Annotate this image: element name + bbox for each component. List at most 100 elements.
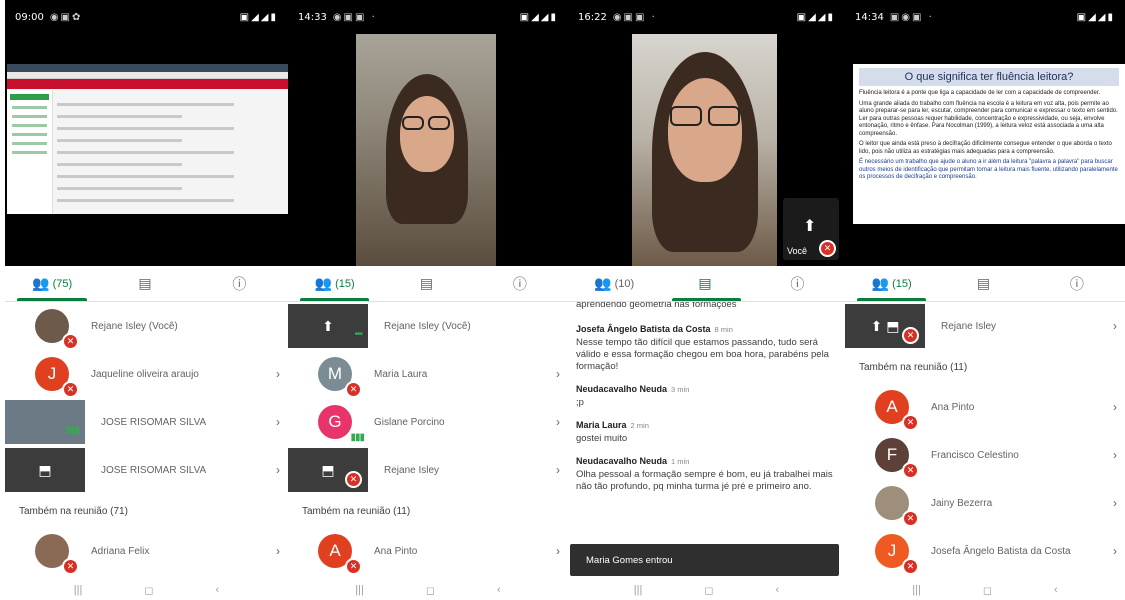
list-item[interactable]: ⬒ ✕ Rejane Isley › [288, 446, 568, 494]
tab-chat[interactable]: ▤ [99, 266, 193, 301]
chevron-right-icon[interactable]: › [276, 415, 280, 429]
pin-icon: ⬆ [322, 317, 334, 334]
chevron-right-icon[interactable]: › [276, 367, 280, 381]
participant-name: Rejane Isley [384, 464, 440, 476]
list-item[interactable]: A ✕ Ana Pinto › [845, 383, 1125, 431]
chat-sender: Neudacavalho Neuda [576, 456, 668, 466]
list-item[interactable]: ✕ Jainy Bezerra › [845, 479, 1125, 527]
recents-icon[interactable]: ||| [355, 584, 364, 596]
chat-panel: aprendendo geometria nas formações Josef… [568, 302, 845, 580]
chat-text: gostei muito [576, 433, 628, 444]
participant-name: Ana Pinto [931, 401, 975, 413]
mic-off-icon: ✕ [819, 240, 836, 257]
list-item[interactable]: ⬆ ⬒ ✕ Rejane Isley › [845, 302, 1125, 350]
avatar: ✕ [35, 534, 79, 575]
chevron-right-icon[interactable]: › [1113, 544, 1117, 558]
status-bar: 14:34 ▣◉▣ · ▣◢◢▮ [845, 0, 1125, 34]
phone-screen-1: 09:00 ◉▣✿ ▣◢◢▮ 👥 (75) ▤ ⓘ ✕ Rejane Isley… [5, 0, 288, 600]
chevron-right-icon[interactable]: › [276, 463, 280, 477]
mic-off-icon: ✕ [345, 381, 362, 398]
home-icon[interactable]: ◻ [144, 584, 153, 597]
status-system-icons: ▣◢◢▮ [239, 11, 278, 23]
list-item[interactable]: ✕ Adriana Felix › [5, 527, 288, 575]
tab-people[interactable]: 👥 (15) [845, 266, 938, 301]
participant-name: JOSE RISOMAR SILVA [101, 416, 207, 428]
tab-chat[interactable]: ▤ [381, 266, 474, 301]
status-time: 14:33 [298, 11, 327, 23]
info-icon: ⓘ [512, 275, 527, 292]
tab-people[interactable]: 👥 (10) [568, 266, 660, 301]
people-icon: 👥 [594, 275, 612, 291]
app-screenshot-strip: 09:00 ◉▣✿ ▣◢◢▮ 👥 (75) ▤ ⓘ ✕ Rejane Isley… [0, 0, 1125, 600]
chat-message: Neudacavalho Neuda 1 min Olha pessoal a f… [576, 456, 837, 493]
status-system-icons: ▣◢◢▮ [1076, 11, 1115, 23]
tab-info[interactable]: ⓘ [1032, 266, 1125, 301]
back-icon[interactable]: ‹ [216, 584, 220, 596]
self-presenting-thumbnail: ⬆ ⬒ ✕ [845, 304, 925, 348]
chevron-right-icon[interactable]: › [1113, 448, 1117, 462]
list-item[interactable]: ✕ Rejane Isley (Você) [5, 302, 288, 350]
recents-icon[interactable]: ||| [634, 584, 643, 596]
section-header: Também na reunião (11) [302, 506, 411, 517]
chevron-right-icon[interactable]: › [1113, 400, 1117, 414]
home-icon[interactable]: ◻ [983, 584, 992, 597]
self-label: Você [787, 246, 808, 256]
list-item[interactable]: F ✕ Francisco Celestino › [845, 431, 1125, 479]
chevron-right-icon[interactable]: › [1113, 319, 1117, 333]
screen-share-stage [5, 34, 288, 266]
slide-bullet: É necessário um trabalho que ajude o alu… [859, 159, 1118, 180]
avatar: J ✕ [875, 534, 919, 575]
chat-icon: ▤ [976, 275, 991, 291]
participant-name: Jainy Bezerra [931, 497, 993, 509]
participant-name: Jaqueline oliveira araujo [91, 368, 199, 380]
home-icon[interactable]: ◻ [704, 584, 713, 597]
chat-sender: Neudacavalho Neuda [576, 384, 668, 394]
status-notification-icons: ▣◉▣ · [889, 11, 934, 23]
phone-screen-4: 14:34 ▣◉▣ · ▣◢◢▮ O que significa ter flu… [845, 0, 1125, 600]
present-screen-icon: ⬒ [886, 317, 900, 334]
avatar: A ✕ [875, 390, 919, 431]
tab-people[interactable]: 👥 (75) [5, 266, 99, 301]
meeting-tabs: 👥 (15) ▤ ⓘ [845, 266, 1125, 302]
avatar-initial: J [887, 541, 897, 560]
tab-info[interactable]: ⓘ [475, 266, 568, 301]
list-item[interactable]: ⬆ ••• Rejane Isley (Você) [288, 302, 568, 350]
mic-off-icon: ✕ [902, 414, 919, 431]
back-icon[interactable]: ‹ [1054, 584, 1058, 596]
list-item[interactable]: M ✕ Maria Laura › [288, 350, 568, 398]
chevron-right-icon[interactable]: › [1113, 496, 1117, 510]
chevron-right-icon[interactable]: › [556, 367, 560, 381]
chevron-right-icon[interactable]: › [556, 463, 560, 477]
mic-off-icon: ✕ [62, 333, 79, 350]
tab-info[interactable]: ⓘ [753, 266, 845, 301]
chevron-right-icon[interactable]: › [556, 415, 560, 429]
self-preview-tile[interactable]: ⬆ Você ✕ [783, 198, 839, 260]
chat-time: 2 min [630, 421, 649, 430]
recents-icon[interactable]: ||| [912, 584, 921, 596]
list-item[interactable]: ⬒ JOSE RISOMAR SILVA › [5, 446, 288, 494]
list-item[interactable]: G ▮▮▮ Gislane Porcino › [288, 398, 568, 446]
chat-message-fragment: aprendendo geometria nas formações [576, 302, 737, 310]
list-item[interactable]: ▮▮▮ JOSE RISOMAR SILVA › [5, 398, 288, 446]
tab-chat[interactable]: ▤ [660, 266, 752, 301]
list-item[interactable]: J ✕ Jaqueline oliveira araujo › [5, 350, 288, 398]
home-icon[interactable]: ◻ [426, 584, 435, 597]
back-icon[interactable]: ‹ [776, 584, 780, 596]
back-icon[interactable]: ‹ [497, 584, 501, 596]
list-item[interactable]: J ✕ Josefa Ângelo Batista da Costa › [845, 527, 1125, 575]
avatar: ✕ [875, 486, 919, 527]
tab-info[interactable]: ⓘ [194, 266, 288, 301]
tab-people[interactable]: 👥 (15) [288, 266, 381, 301]
mic-off-icon: ✕ [345, 471, 362, 488]
avatar-initial: A [329, 541, 341, 560]
tab-chat[interactable]: ▤ [938, 266, 1031, 301]
chevron-right-icon[interactable]: › [556, 544, 560, 558]
meeting-tabs: 👥 (15) ▤ ⓘ [288, 266, 568, 302]
list-item[interactable]: A ✕ Ana Pinto › [288, 527, 568, 575]
status-time: 16:22 [578, 11, 607, 23]
chevron-right-icon[interactable]: › [276, 544, 280, 558]
chat-message: Josefa Ângelo Batista da Costa 8 min Ness… [576, 324, 837, 373]
recents-icon[interactable]: ||| [74, 584, 83, 596]
phone-screen-3: 16:22 ◉▣▣ · ▣◢◢▮ ⬆ Você ✕ 👥 (10) ▤ ⓘ apr… [568, 0, 845, 600]
status-system-icons: ▣◢◢▮ [796, 11, 835, 23]
